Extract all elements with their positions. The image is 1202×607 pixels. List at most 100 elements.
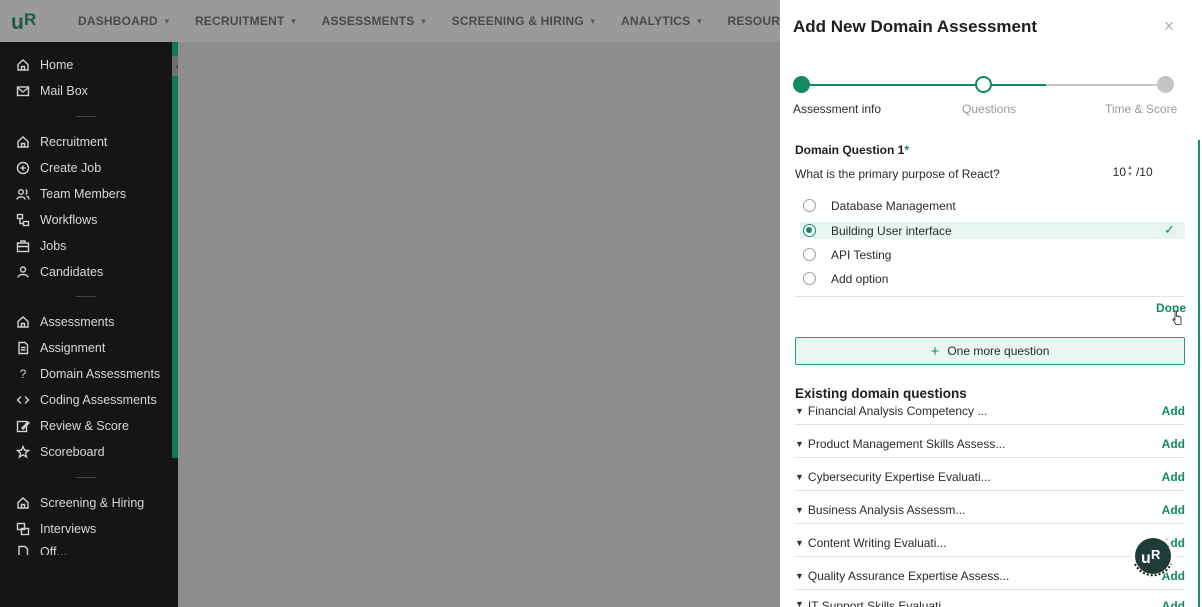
user-icon xyxy=(17,266,29,278)
mail-icon xyxy=(16,86,30,97)
sidebar-item-review-score[interactable]: Review & Score xyxy=(16,416,129,436)
sidebar-item-recruitment[interactable]: Recruitment xyxy=(16,132,107,152)
svg-text:R: R xyxy=(1151,547,1161,562)
existing-question-row[interactable]: ▼ IT Support Skills Evaluati... Add xyxy=(795,599,1185,607)
sidebar-item-coding-assessments[interactable]: Coding Assessments xyxy=(16,390,157,410)
sidebar-divider xyxy=(76,477,96,478)
assistant-badge[interactable]: u R xyxy=(1135,538,1171,574)
radio-button[interactable] xyxy=(803,248,816,261)
radio-button[interactable] xyxy=(803,199,816,212)
existing-question-row[interactable]: ▼ Product Management Skills Assess... Ad… xyxy=(795,434,1185,454)
sidebar-item-create-job[interactable]: Create Job xyxy=(16,158,101,178)
add-button[interactable]: Add xyxy=(1162,470,1185,484)
svg-text:u: u xyxy=(1141,550,1151,566)
svg-text:R: R xyxy=(24,10,36,29)
home-icon xyxy=(17,136,29,148)
answer-option[interactable]: API Testing xyxy=(800,246,1185,263)
caret-down-icon[interactable]: ▼ xyxy=(795,472,804,482)
home-icon xyxy=(17,59,29,71)
divider xyxy=(795,296,1184,297)
sidebar-item-scoreboard[interactable]: Scoreboard xyxy=(16,442,105,462)
sidebar-item-assignment[interactable]: Assignment xyxy=(16,338,105,358)
nav-analytics[interactable]: ANALYTICS ▼ xyxy=(621,14,704,28)
answer-option[interactable]: Database Management xyxy=(800,197,1185,214)
max-score: /10 xyxy=(1135,165,1153,179)
add-button[interactable]: Add xyxy=(1162,503,1185,517)
step-label-assessment-info: Assessment info xyxy=(793,102,882,116)
add-button[interactable]: Add xyxy=(1162,599,1185,607)
stepper-line xyxy=(992,84,1046,86)
sidebar-item-candidates[interactable]: Candidates xyxy=(16,262,103,282)
sidebar-item-mail-box[interactable]: Mail Box xyxy=(16,81,88,101)
plus-icon: + xyxy=(930,342,940,360)
score-value[interactable]: 10 xyxy=(1112,165,1126,179)
existing-question-row[interactable]: ▼ Quality Assurance Expertise Assess... … xyxy=(795,566,1185,586)
add-button[interactable]: Add xyxy=(1162,404,1185,418)
add-option[interactable]: Add option xyxy=(800,270,1185,287)
answer-option-selected[interactable]: Building User interface ✓ xyxy=(800,222,1185,239)
caret-down-icon[interactable]: ▼ xyxy=(795,571,804,581)
divider xyxy=(795,457,1184,458)
logo-icon[interactable]: u R xyxy=(10,8,40,34)
stepper-line xyxy=(1046,84,1166,86)
interviews-icon xyxy=(16,522,30,536)
caret-down-icon[interactable]: ▼ xyxy=(795,599,804,607)
nav-dashboard[interactable]: DASHBOARD ▼ xyxy=(78,14,171,28)
caret-down-icon[interactable]: ▼ xyxy=(795,406,804,416)
document-icon xyxy=(18,341,29,355)
sidebar-item-offers[interactable]: Off... xyxy=(16,545,67,555)
sidebar-item-screening-hiring[interactable]: Screening & Hiring xyxy=(16,493,144,513)
close-icon[interactable]: × xyxy=(1161,17,1177,35)
score-stepper[interactable]: ▲ ▼ xyxy=(1127,165,1133,179)
sidebar-divider xyxy=(76,116,96,117)
caret-down-icon[interactable]: ▼ xyxy=(795,538,804,548)
add-domain-assessment-drawer: Add New Domain Assessment × Assessment i… xyxy=(780,0,1202,607)
existing-question-row[interactable]: ▼ Financial Analysis Competency ... Add xyxy=(795,401,1185,421)
chevron-down-icon: ▼ xyxy=(289,16,298,26)
briefcase-icon xyxy=(16,240,30,253)
nav-recruitment[interactable]: RECRUITMENT ▼ xyxy=(195,14,298,28)
chevron-down-icon: ▼ xyxy=(419,16,428,26)
sidebar-item-interviews[interactable]: Interviews xyxy=(16,519,96,539)
caret-down-icon[interactable]: ▼ xyxy=(795,439,804,449)
sidebar-divider xyxy=(76,296,96,297)
nav-screening-hiring[interactable]: SCREENING & HIRING ▼ xyxy=(452,14,597,28)
question-text[interactable]: What is the primary purpose of React? xyxy=(795,167,1000,181)
stepper-line xyxy=(801,84,984,86)
radio-button[interactable] xyxy=(803,272,816,285)
step-dot-questions xyxy=(975,76,992,93)
spin-up-icon[interactable]: ▲ xyxy=(1127,165,1133,172)
question-title: Domain Question 1* xyxy=(795,143,910,157)
sidebar-item-workflows[interactable]: Workflows xyxy=(16,210,97,230)
one-more-question-button[interactable]: + One more question xyxy=(795,337,1185,365)
edit-icon xyxy=(16,420,30,433)
chevron-down-icon: ▼ xyxy=(162,16,171,26)
sidebar-item-jobs[interactable]: Jobs xyxy=(16,236,66,256)
divider xyxy=(795,589,1184,590)
nav-assessments[interactable]: ASSESSMENTS ▼ xyxy=(322,14,428,28)
add-button[interactable]: Add xyxy=(1162,437,1185,451)
sidebar-item-domain-assessments[interactable]: ? Domain Assessments xyxy=(16,364,161,384)
pointer-cursor-icon xyxy=(1172,310,1182,325)
document-icon xyxy=(18,545,29,555)
sidebar-item-assessments[interactable]: Assessments xyxy=(16,312,114,332)
radio-button-checked[interactable] xyxy=(803,224,816,237)
existing-question-row[interactable]: ▼ Business Analysis Assessm... Add xyxy=(795,500,1185,520)
svg-text:u: u xyxy=(11,11,24,34)
code-icon xyxy=(16,396,30,404)
divider xyxy=(795,523,1184,524)
sidebar-item-home[interactable]: Home xyxy=(16,55,73,75)
score-input[interactable]: 10 ▲ ▼ /10 xyxy=(1112,165,1153,179)
modal-backdrop[interactable] xyxy=(178,42,780,607)
drawer-title: Add New Domain Assessment xyxy=(793,17,1038,36)
chevron-down-icon: ▼ xyxy=(695,16,704,26)
spin-down-icon[interactable]: ▼ xyxy=(1127,172,1133,179)
drawer-scrollbar[interactable] xyxy=(1198,140,1200,607)
star-icon xyxy=(16,445,30,459)
existing-question-row[interactable]: ▼ Cybersecurity Expertise Evaluati... Ad… xyxy=(795,467,1185,487)
home-icon xyxy=(17,316,29,328)
existing-question-row[interactable]: ▼ Content Writing Evaluati... Add xyxy=(795,533,1185,553)
caret-down-icon[interactable]: ▼ xyxy=(795,505,804,515)
home-icon xyxy=(17,497,29,509)
sidebar-item-team-members[interactable]: Team Members xyxy=(16,184,126,204)
